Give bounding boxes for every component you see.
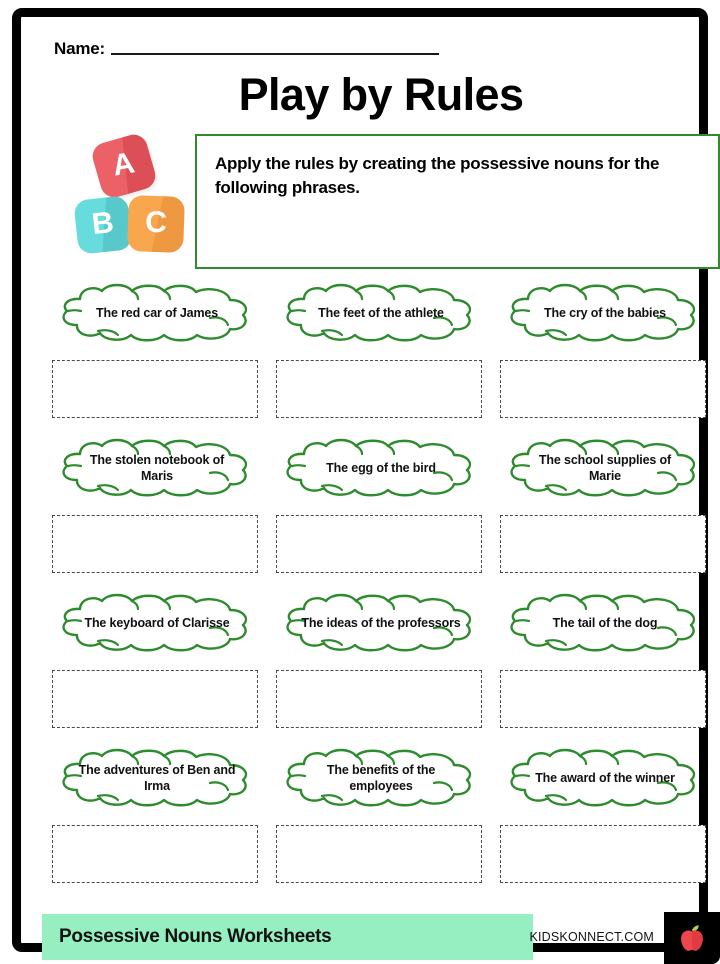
prompt-cloud: The feet of the athlete [274, 282, 488, 344]
prompt-cloud: The egg of the bird [274, 437, 488, 499]
exercise-item: The keyboard of Clarisse [50, 592, 264, 728]
answer-box[interactable] [276, 825, 482, 883]
prompt-cloud: The award of the winner [498, 747, 712, 809]
footer: Possessive Nouns Worksheets KIDSKONNECT.… [42, 912, 720, 964]
exercise-item: The tail of the dog [498, 592, 712, 728]
answer-box[interactable] [276, 670, 482, 728]
exercise-row: The adventures of Ben and Irma The benefi… [42, 747, 720, 902]
answer-box[interactable] [52, 515, 258, 573]
footer-title: Possessive Nouns Worksheets [59, 926, 332, 947]
prompt-text: The ideas of the professors [301, 616, 461, 630]
prompt-text: The keyboard of Clarisse [84, 616, 230, 630]
name-row: Name: [54, 40, 439, 57]
block-c-icon: C [127, 195, 185, 253]
prompt-cloud: The cry of the babies [498, 282, 712, 344]
name-label: Name: [54, 39, 105, 58]
kidskonnect-logo [664, 912, 720, 964]
prompt-text: The cry of the babies [544, 306, 666, 320]
prompt-text: The feet of the athlete [318, 306, 444, 320]
prompt-cloud: The stolen notebook of Maris [50, 437, 264, 499]
exercise-item: The adventures of Ben and Irma [50, 747, 264, 883]
prompt-cloud: The keyboard of Clarisse [50, 592, 264, 654]
prompt-cloud: The tail of the dog [498, 592, 712, 654]
prompt-cloud: The red car of James [50, 282, 264, 344]
page-content: Name: Play by Rules A B C Apply the rule… [42, 34, 720, 964]
footer-band: Possessive Nouns Worksheets [42, 914, 533, 960]
prompt-cloud: The benefits of the employees [274, 747, 488, 809]
exercise-grid: The red car of James The feet of the athl… [42, 282, 720, 902]
instructions-box: Apply the rules by creating the possessi… [195, 134, 720, 269]
exercise-item: The red car of James [50, 282, 264, 418]
block-a-letter: A [110, 146, 138, 183]
answer-box[interactable] [52, 360, 258, 418]
answer-box[interactable] [500, 825, 706, 883]
answer-box[interactable] [52, 825, 258, 883]
exercise-row: The keyboard of Clarisse The ideas of the… [42, 592, 720, 747]
answer-box[interactable] [52, 670, 258, 728]
worksheet-page: Name: Play by Rules A B C Apply the rule… [0, 0, 720, 964]
page-frame: Name: Play by Rules A B C Apply the rule… [12, 8, 720, 964]
prompt-text: The adventures of Ben and Irma [78, 763, 236, 793]
prompt-text: The school supplies of Marie [538, 453, 672, 483]
exercise-row: The stolen notebook of Maris The egg of t… [42, 437, 720, 592]
prompt-text: The tail of the dog [552, 616, 658, 630]
prompt-cloud: The adventures of Ben and Irma [50, 747, 264, 809]
answer-box[interactable] [276, 360, 482, 418]
answer-box[interactable] [276, 515, 482, 573]
prompt-cloud: The school supplies of Marie [498, 437, 712, 499]
prompt-text: The stolen notebook of Maris [89, 453, 225, 483]
abc-blocks-decoration: A B C [73, 131, 196, 276]
exercise-row: The red car of James The feet of the athl… [42, 282, 720, 437]
block-c-letter: C [144, 205, 168, 240]
exercise-item: The school supplies of Marie [498, 437, 712, 573]
prompt-text: The egg of the bird [326, 461, 436, 475]
instructions-text: Apply the rules by creating the possessi… [215, 154, 660, 198]
exercise-item: The feet of the athlete [274, 282, 488, 418]
block-b-letter: B [90, 205, 116, 242]
exercise-item: The award of the winner [498, 747, 712, 883]
footer-url: KIDSKONNECT.COM [529, 930, 654, 944]
prompt-cloud: The ideas of the professors [274, 592, 488, 654]
block-b-icon: B [73, 195, 133, 255]
exercise-item: The cry of the babies [498, 282, 712, 418]
exercise-item: The ideas of the professors [274, 592, 488, 728]
name-input-line[interactable] [110, 53, 439, 55]
exercise-item: The stolen notebook of Maris [50, 437, 264, 573]
apple-icon [681, 925, 703, 951]
prompt-text: The benefits of the employees [326, 763, 436, 793]
exercise-item: The benefits of the employees [274, 747, 488, 883]
exercise-item: The egg of the bird [274, 437, 488, 573]
answer-box[interactable] [500, 670, 706, 728]
answer-box[interactable] [500, 360, 706, 418]
prompt-text: The red car of James [95, 306, 219, 320]
prompt-text: The award of the winner [535, 771, 675, 785]
page-title: Play by Rules [238, 69, 524, 120]
answer-box[interactable] [500, 515, 706, 573]
block-a-icon: A [89, 131, 159, 201]
